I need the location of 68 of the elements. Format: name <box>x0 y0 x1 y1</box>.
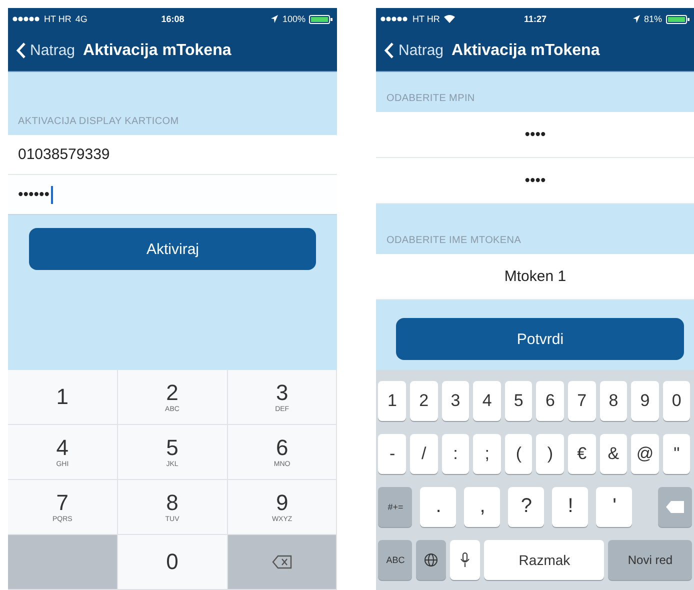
keyboard-key[interactable]: " <box>662 434 690 474</box>
keyboard-key[interactable]: . <box>420 486 456 526</box>
back-link[interactable]: Natrag <box>398 42 444 59</box>
battery-icon <box>666 14 690 24</box>
globe-key[interactable] <box>416 540 446 580</box>
carrier-text: HT HR <box>44 14 72 24</box>
globe-icon <box>424 552 438 566</box>
text-cursor <box>50 186 53 204</box>
input-field[interactable]: •••• <box>376 158 694 204</box>
input-field[interactable]: Mtoken 1 <box>376 254 694 300</box>
section-label: AKTIVACIJA DISPLAY KARTICOM <box>18 116 179 127</box>
keyboard-key[interactable]: ( <box>504 434 532 474</box>
keyboard-key[interactable]: 0 <box>662 380 690 420</box>
keyboard-key[interactable]: 4 <box>473 380 501 420</box>
input-field[interactable]: •••••• <box>8 175 338 215</box>
keyboard-key[interactable]: 6 <box>536 380 564 420</box>
keyboard-key[interactable]: 8 <box>600 380 628 420</box>
keyboard-key[interactable]: , <box>464 486 500 526</box>
keyboard-key[interactable]: & <box>600 434 628 474</box>
screen-title: Aktivacija mTokena <box>452 42 600 60</box>
wifi-icon <box>444 15 455 23</box>
keyboard-key[interactable]: 9 <box>631 380 659 420</box>
keyboard-key[interactable]: 2 <box>410 380 438 420</box>
battery-percent: 100% <box>282 14 306 24</box>
section-label: ODABERITE IME MTOKENA <box>386 235 522 246</box>
battery-percent: 81% <box>644 14 662 24</box>
keyboard-key[interactable]: ! <box>552 486 588 526</box>
battery-icon <box>309 14 334 24</box>
location-icon <box>271 15 278 23</box>
microphone-icon <box>460 552 470 568</box>
keyboard-key[interactable]: 1 <box>378 380 406 420</box>
status-time: 11:27 <box>524 14 546 24</box>
keyboard-key[interactable]: - <box>378 434 406 474</box>
space-key[interactable]: Razmak <box>484 540 604 580</box>
keyboard-key[interactable]: : <box>442 434 470 474</box>
keypad-key[interactable]: 0 <box>118 535 228 590</box>
location-icon <box>632 15 640 23</box>
keyboard-key[interactable]: ) <box>536 434 564 474</box>
backspace-icon <box>666 500 684 512</box>
input-field[interactable]: 01038579339 <box>8 135 338 175</box>
keypad-key[interactable]: 1 <box>8 370 118 425</box>
keyboard-key[interactable]: / <box>410 434 438 474</box>
input-field[interactable]: •••• <box>376 112 694 158</box>
keyboard-key[interactable]: 7 <box>568 380 596 420</box>
keyboard-key[interactable]: ' <box>596 486 632 526</box>
keyboard-key[interactable]: 3 <box>442 380 470 420</box>
microphone-key[interactable] <box>450 540 480 580</box>
carrier-text: HT HR <box>412 14 440 24</box>
keyboard-key[interactable]: ? <box>508 486 544 526</box>
network-text: 4G <box>75 14 88 24</box>
signal-icon <box>380 16 408 22</box>
keyboard-key[interactable]: € <box>568 434 596 474</box>
keyboard-key[interactable]: ; <box>473 434 501 474</box>
submit-button[interactable]: Potvrdi <box>396 318 684 360</box>
return-key[interactable]: Novi red <box>608 540 692 580</box>
section-label: ODABERITE MPIN <box>386 93 475 104</box>
back-link[interactable]: Natrag <box>30 42 76 59</box>
screen-title: Aktivacija mTokena <box>83 42 232 60</box>
mode-key[interactable]: ABC <box>378 540 412 580</box>
backspace-icon <box>272 555 292 569</box>
back-chevron-icon[interactable] <box>16 42 26 59</box>
submit-button[interactable]: Aktiviraj <box>29 228 316 270</box>
keyboard-key[interactable]: @ <box>631 434 659 474</box>
signal-icon <box>12 16 40 22</box>
mode-key[interactable]: #+= <box>378 486 412 526</box>
back-chevron-icon[interactable] <box>384 42 394 59</box>
keyboard-key[interactable]: 5 <box>504 380 532 420</box>
status-time: 16:08 <box>161 14 184 24</box>
